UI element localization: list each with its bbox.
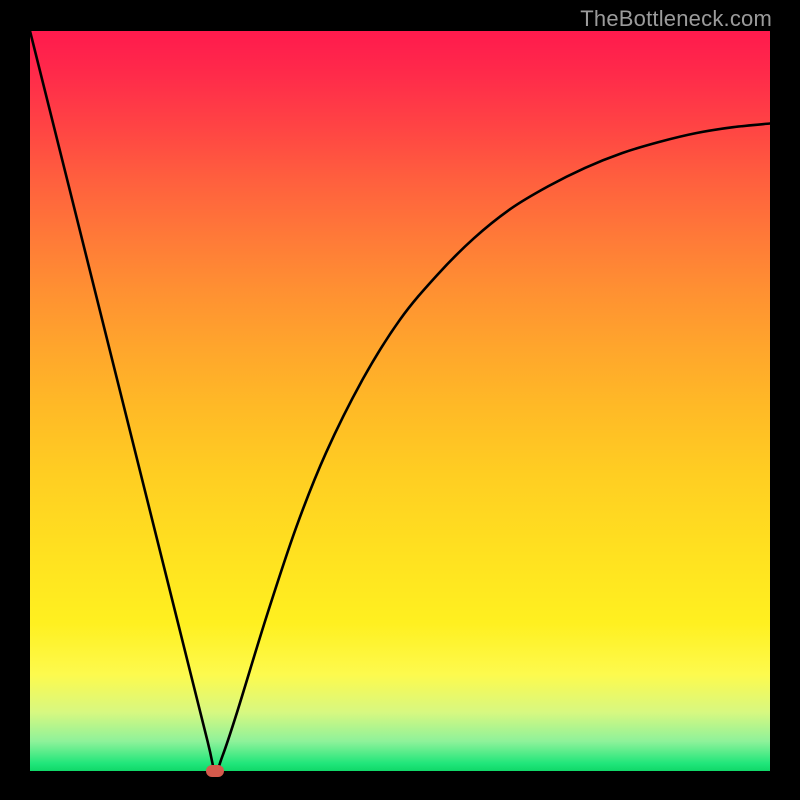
minimum-marker — [206, 765, 224, 777]
bottleneck-curve — [30, 31, 770, 771]
chart-frame: TheBottleneck.com — [0, 0, 800, 800]
watermark-text: TheBottleneck.com — [580, 6, 772, 32]
plot-area — [30, 31, 770, 771]
curve-svg — [30, 31, 770, 771]
